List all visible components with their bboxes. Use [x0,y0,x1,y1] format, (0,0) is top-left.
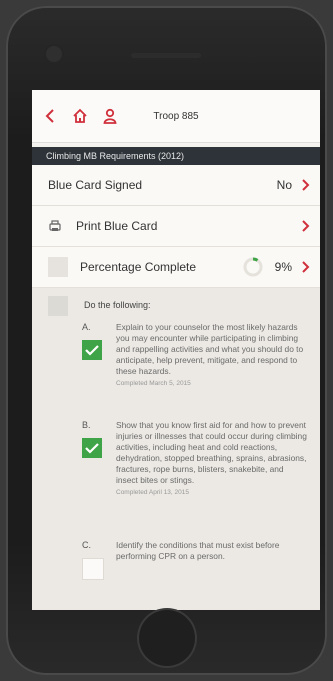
item-letter: C. [82,540,91,550]
blue-card-signed-row[interactable]: Blue Card Signed No [32,165,320,206]
row-label: Percentage Complete [80,260,197,274]
checkbox-unchecked[interactable] [82,558,104,580]
item-completed-date: Completed March 5, 2015 [116,380,191,387]
placeholder-square [48,257,68,277]
progress-ring-icon [243,257,263,277]
row-value: No [276,178,292,192]
earpiece-speaker [131,53,201,58]
phone-frame: Troop 885 Climbing MB Requirements (2012… [6,6,327,675]
item-letter: B. [82,420,91,430]
percentage-complete-row[interactable]: Percentage Complete 9% [32,247,320,288]
item-text: Identify the conditions that must exist … [116,540,280,561]
checkbox-checked[interactable] [82,438,102,458]
nav-bar: Troop 885 [32,90,320,143]
item-text: Explain to your counselor the most likel… [116,322,304,376]
item-letter: A. [82,322,91,332]
chevron-right-icon [302,219,312,233]
print-blue-card-row[interactable]: Print Blue Card [32,206,320,247]
item-text: Show that you know first aid for and how… [116,420,307,485]
requirement-item-a: A. Explain to your counselor the most li… [82,322,307,387]
app-screen: Troop 885 Climbing MB Requirements (2012… [32,90,320,610]
checkbox-checked[interactable] [82,340,102,360]
nav-title: Troop 885 [153,110,199,122]
printer-icon [48,219,76,233]
chevron-right-icon [302,260,312,274]
section-header: Climbing MB Requirements (2012) [32,147,320,165]
row-label: Print Blue Card [76,219,158,233]
chevron-right-icon [302,178,312,192]
row-value: 9% [274,260,292,274]
row-label: Blue Card Signed [48,178,143,192]
home-button[interactable] [139,610,195,666]
requirement-item-c: C. Identify the conditions that must exi… [82,540,307,580]
requirement-checkbox[interactable] [48,296,68,316]
item-completed-date: Completed April 13, 2015 [116,489,189,496]
requirements-panel: Do the following: A. Explain to your cou… [32,288,320,610]
requirements-heading: Do the following: [84,300,151,310]
requirement-item-b: B. Show that you know first aid for and … [82,420,307,496]
front-camera [46,46,62,62]
